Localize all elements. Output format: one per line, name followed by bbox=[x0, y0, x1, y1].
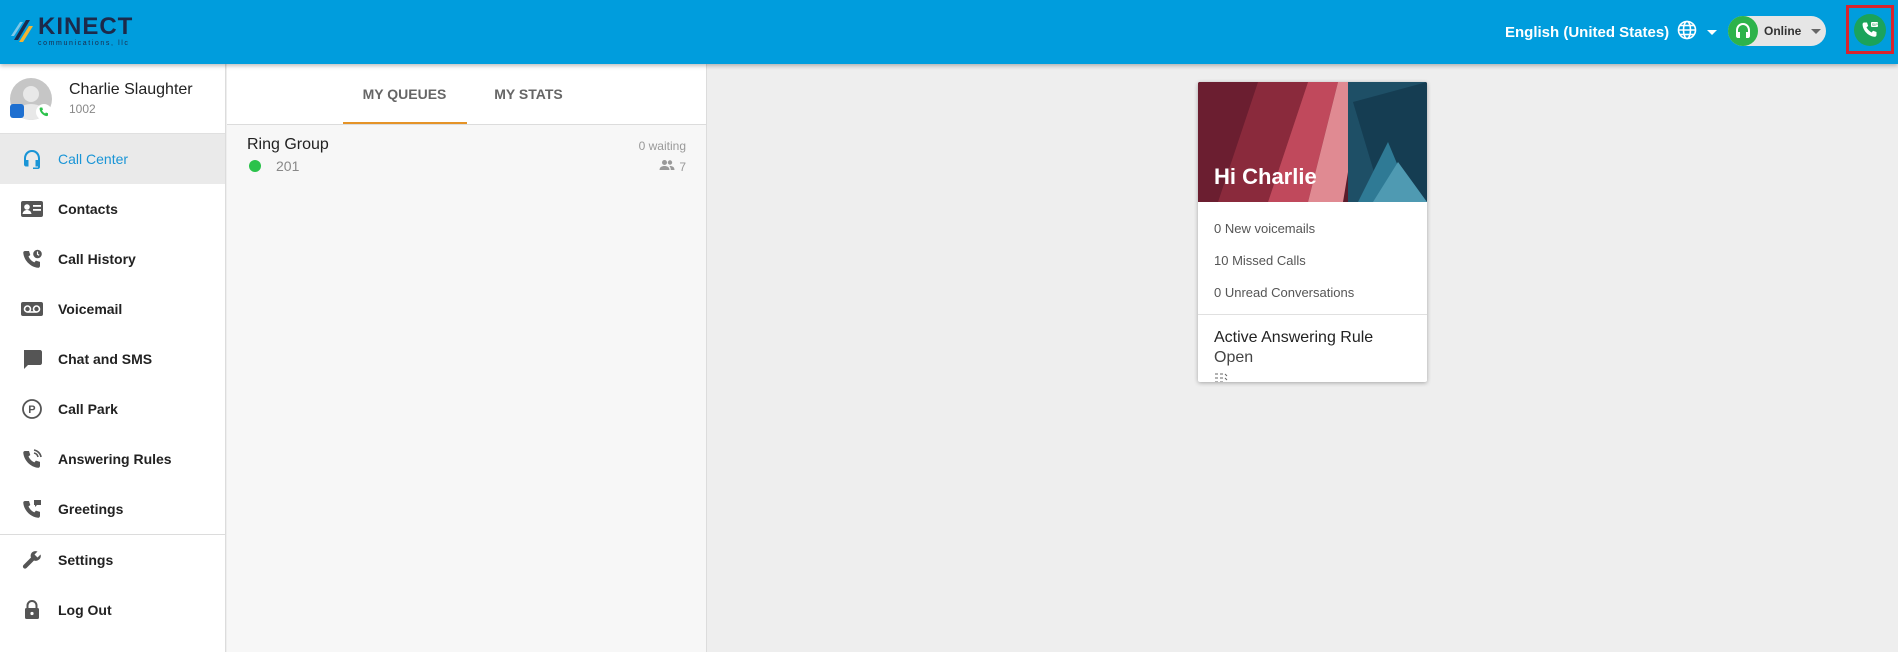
sidebar-item-contacts[interactable]: Contacts bbox=[0, 184, 225, 234]
queue-number: 201 bbox=[276, 158, 300, 174]
sidebar-item-greetings[interactable]: Greetings bbox=[0, 484, 225, 534]
logo-subtext: communications, llc bbox=[38, 40, 130, 47]
missed-calls-stat[interactable]: 10 Missed Calls bbox=[1214, 244, 1411, 276]
status-label: Online bbox=[1764, 24, 1802, 38]
forward-rule-icon bbox=[1214, 371, 1411, 382]
chevron-down-icon bbox=[1707, 29, 1718, 35]
queue-agent-count: 7 bbox=[679, 159, 686, 174]
headset-icon bbox=[1728, 16, 1758, 46]
globe-icon bbox=[1677, 20, 1697, 44]
logo-text: KINECT bbox=[38, 13, 134, 40]
call-history-icon bbox=[20, 247, 44, 271]
queue-name: Ring Group bbox=[247, 136, 329, 153]
sidebar-item-voicemail[interactable]: Voicemail bbox=[0, 284, 225, 334]
active-answering-rule[interactable]: Active Answering Rule Open bbox=[1198, 315, 1427, 382]
chat-icon bbox=[20, 347, 44, 371]
user-profile[interactable]: Charlie Slaughter 1002 bbox=[0, 64, 225, 134]
sidebar-item-label: Chat and SMS bbox=[58, 351, 153, 367]
user-name: Charlie Slaughter bbox=[69, 81, 193, 98]
answering-rules-icon bbox=[20, 447, 44, 471]
kinect-logo[interactable]: KINECT communications, llc bbox=[10, 14, 133, 48]
voicemail-icon bbox=[20, 297, 44, 321]
tab-my-stats[interactable]: MY STATS bbox=[467, 64, 591, 124]
unread-conversations-stat[interactable]: 0 Unread Conversations bbox=[1214, 276, 1411, 308]
queue-status-dot bbox=[249, 160, 261, 172]
answering-rule-title: Active Answering Rule bbox=[1214, 329, 1374, 346]
svg-text:SIP: SIP bbox=[1872, 22, 1879, 27]
sidebar-item-label: Call Center bbox=[58, 151, 129, 167]
language-selector[interactable]: English (United States) bbox=[1505, 20, 1718, 44]
svg-text:P: P bbox=[28, 404, 35, 416]
answering-rule-value: Open bbox=[1214, 349, 1254, 366]
web-phone-highlight: SIP bbox=[1846, 5, 1894, 54]
sidebar-item-settings[interactable]: Settings bbox=[0, 535, 225, 585]
sidebar-item-chat-sms[interactable]: Chat and SMS bbox=[0, 334, 225, 384]
tab-my-queues[interactable]: MY QUEUES bbox=[342, 64, 467, 124]
sidebar-item-call-history[interactable]: Call History bbox=[0, 234, 225, 284]
sidebar-item-call-center[interactable]: Call Center bbox=[0, 134, 225, 184]
sidebar-item-logout[interactable]: Log Out bbox=[0, 585, 225, 635]
chat-presence-icon bbox=[10, 104, 24, 118]
new-voicemails-stat[interactable]: 0 New voicemails bbox=[1214, 212, 1411, 244]
lock-icon bbox=[20, 598, 44, 622]
sidebar-item-label: Settings bbox=[58, 552, 114, 568]
chevron-down-icon bbox=[1811, 28, 1822, 34]
card-hero-image: Hi Charlie bbox=[1198, 82, 1427, 202]
queues-panel: MY QUEUES MY STATS Ring Group 201 0 wait… bbox=[227, 64, 707, 652]
sidebar-item-label: Greetings bbox=[58, 501, 124, 517]
wrench-icon bbox=[20, 548, 44, 572]
sidebar-item-call-park[interactable]: P Call Park bbox=[0, 384, 225, 434]
queue-agents: 7 bbox=[659, 159, 686, 174]
sidebar-item-label: Voicemail bbox=[58, 301, 123, 317]
home-card: Hi Charlie 0 New voicemails 10 Missed Ca… bbox=[1198, 82, 1427, 382]
top-bar: KINECT communications, llc English (Unit… bbox=[0, 0, 1898, 64]
card-greeting: Hi Charlie bbox=[1214, 164, 1317, 189]
sidebar-item-label: Log Out bbox=[58, 602, 112, 618]
contacts-icon bbox=[20, 197, 44, 221]
queue-row[interactable]: Ring Group 201 0 waiting 7 bbox=[227, 125, 706, 183]
phone-sip-icon: SIP bbox=[1862, 21, 1879, 37]
web-phone-button[interactable]: SIP bbox=[1854, 13, 1886, 46]
card-stats: 0 New voicemails 10 Missed Calls 0 Unrea… bbox=[1198, 202, 1427, 315]
sidebar-item-label: Call History bbox=[58, 251, 136, 267]
headset-icon bbox=[20, 147, 44, 171]
agents-icon bbox=[659, 159, 675, 174]
status-selector[interactable]: Online bbox=[1728, 16, 1826, 46]
sidebar-item-label: Answering Rules bbox=[58, 451, 172, 467]
queue-tabs: MY QUEUES MY STATS bbox=[227, 64, 706, 125]
queue-waiting: 0 waiting bbox=[638, 139, 686, 153]
phone-presence-icon bbox=[36, 104, 52, 120]
logo-mark-icon bbox=[10, 16, 36, 46]
main-nav: Call Center Contacts Call History Voicem… bbox=[0, 134, 225, 635]
sidebar-item-label: Call Park bbox=[58, 401, 118, 417]
language-label: English (United States) bbox=[1505, 23, 1670, 41]
greetings-icon bbox=[20, 497, 44, 521]
user-extension: 1002 bbox=[69, 102, 96, 116]
sidebar: Charlie Slaughter 1002 Call Center Conta… bbox=[0, 64, 226, 652]
sidebar-item-answering-rules[interactable]: Answering Rules bbox=[0, 434, 225, 484]
sidebar-item-label: Contacts bbox=[58, 201, 118, 217]
park-icon: P bbox=[20, 397, 44, 421]
